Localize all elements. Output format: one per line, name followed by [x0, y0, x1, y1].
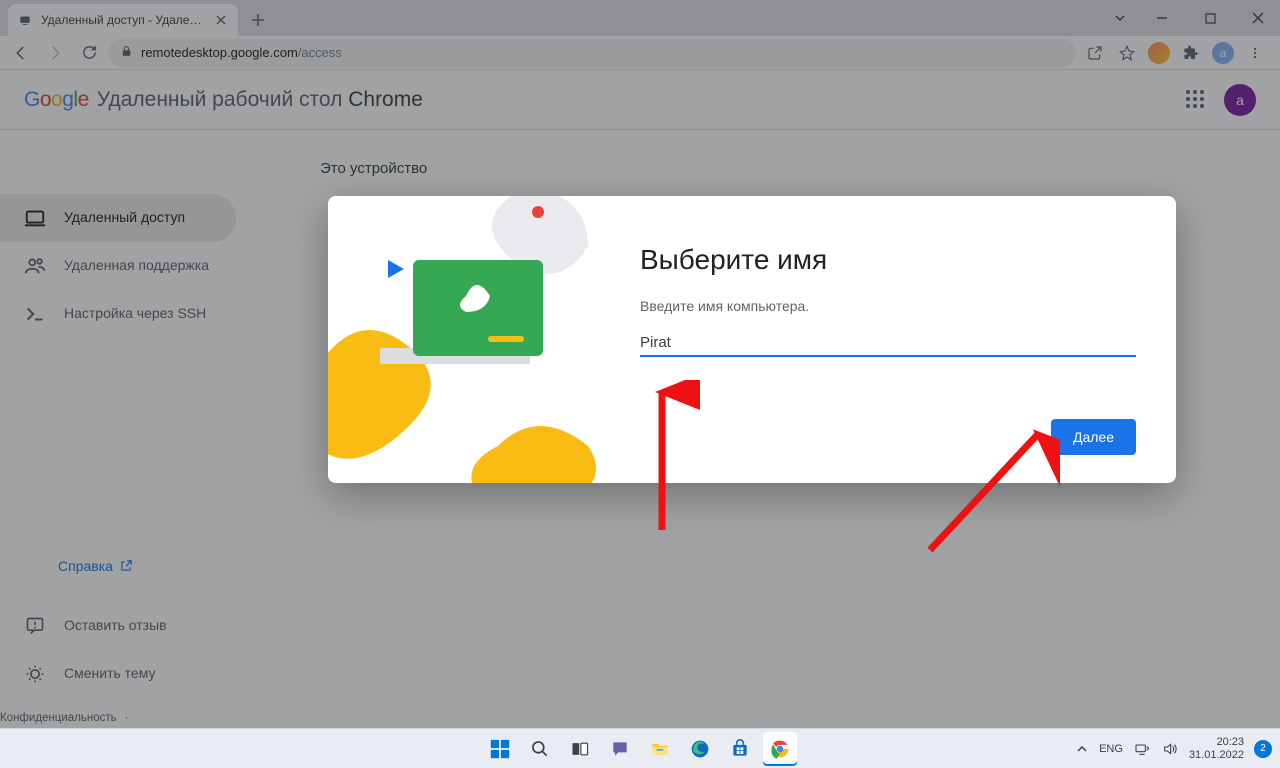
explorer-icon[interactable] [643, 732, 677, 766]
taskbar-clock[interactable]: 20:23 31.01.2022 [1189, 736, 1244, 761]
dialog-subtitle: Введите имя компьютера. [640, 298, 1136, 314]
name-device-dialog: Выберите имя Введите имя компьютера. Дал… [328, 196, 1176, 483]
dialog-illustration [328, 196, 600, 483]
dialog-title: Выберите имя [640, 244, 1136, 276]
volume-icon[interactable] [1161, 740, 1179, 758]
search-icon[interactable] [523, 732, 557, 766]
notification-badge[interactable]: 2 [1254, 740, 1272, 758]
chat-icon[interactable] [603, 732, 637, 766]
tray-overflow-icon[interactable] [1075, 742, 1089, 756]
next-button[interactable]: Далее [1051, 419, 1136, 455]
input-language[interactable]: ENG [1099, 743, 1123, 755]
computer-name-input[interactable] [640, 330, 1136, 357]
chrome-icon[interactable] [763, 732, 797, 766]
task-view-icon[interactable] [563, 732, 597, 766]
network-icon[interactable] [1133, 740, 1151, 758]
start-button[interactable] [483, 732, 517, 766]
windows-taskbar: ENG 20:23 31.01.2022 2 [0, 728, 1280, 768]
store-icon[interactable] [723, 732, 757, 766]
edge-icon[interactable] [683, 732, 717, 766]
